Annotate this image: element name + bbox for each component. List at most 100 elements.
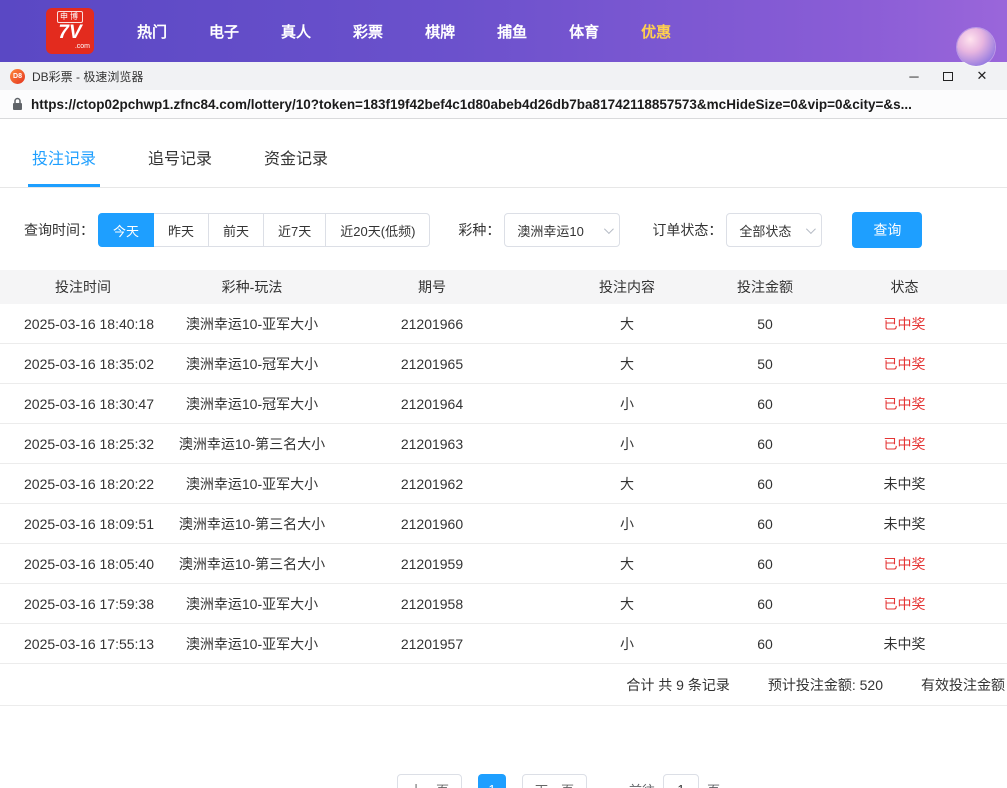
lock-icon <box>13 97 22 110</box>
cell-bet-time: 2025-03-16 18:05:40 <box>24 555 154 572</box>
filter-bar: 查询时间： 今天 昨天 前天 近7天 近20天(低频) 彩种： 澳洲幸运10 订… <box>24 212 983 248</box>
table-row[interactable]: 2025-03-16 18:35:02 澳洲幸运10-冠军大小 21201965… <box>0 344 1007 384</box>
cell-issue: 21201957 <box>400 635 464 652</box>
query-button[interactable]: 查询 <box>852 212 923 248</box>
time-filter-yesterday[interactable]: 昨天 <box>153 213 210 247</box>
table-summary: 合计 共 9 条记录 预计投注金额: 520 有效投注金额 <box>0 664 1007 706</box>
summary-expected: 预计投注金额: 520 <box>767 676 883 693</box>
cell-amount: 60 <box>757 395 773 412</box>
prev-page-button[interactable]: 上一页 <box>396 774 462 788</box>
site-favicon-icon: D8 <box>10 68 25 84</box>
site-nav: 申博 7V .com 热门 电子 真人 彩票 棋牌 捕鱼 体育 优惠 <box>0 0 1007 66</box>
bet-records-table: 投注时间 彩种-玩法 期号 投注内容 投注金额 状态 2025-03-16 18… <box>0 270 1007 706</box>
goto-page: 前往 页 <box>629 774 720 788</box>
nav-item-hot[interactable]: 热门 <box>116 21 188 42</box>
cell-issue: 21201960 <box>400 515 464 532</box>
cell-game-play: 澳洲幸运10-冠军大小 <box>185 395 319 412</box>
time-filter-today[interactable]: 今天 <box>98 213 155 247</box>
table-header: 投注时间 彩种-玩法 期号 投注内容 投注金额 状态 <box>0 270 1007 304</box>
lottery-select[interactable]: 澳洲幸运10 <box>504 213 621 247</box>
pagination: 上一页 1 下一页 前往 页 <box>55 774 1007 788</box>
cell-status: 已中奖 <box>883 315 926 332</box>
nav-item-lottery[interactable]: 彩票 <box>332 21 404 42</box>
cell-status: 已中奖 <box>883 395 926 412</box>
table-row[interactable]: 2025-03-16 18:09:51 澳洲幸运10-第三名大小 2120196… <box>0 504 1007 544</box>
cell-bet-time: 2025-03-16 18:30:47 <box>24 395 154 412</box>
tab-bet-records[interactable]: 投注记录 <box>28 145 101 187</box>
summary-valid: 有效投注金额 <box>921 676 1005 693</box>
cell-content: 小 <box>620 435 634 452</box>
cell-content: 小 <box>620 395 634 412</box>
table-row[interactable]: 2025-03-16 17:55:13 澳洲幸运10-亚军大小 21201957… <box>0 624 1007 664</box>
status-select[interactable]: 全部状态 <box>726 213 823 247</box>
time-filter-20days[interactable]: 近20天(低频) <box>325 213 431 247</box>
cell-game-play: 澳洲幸运10-亚军大小 <box>185 475 319 492</box>
tab-chase-records[interactable]: 追号记录 <box>144 145 216 187</box>
cell-issue: 21201965 <box>400 355 464 372</box>
nav-item-live[interactable]: 真人 <box>260 21 332 42</box>
cell-status: 未中奖 <box>883 475 926 492</box>
logo-suffix-text: .com <box>74 43 90 50</box>
cell-bet-time: 2025-03-16 17:59:38 <box>24 595 154 612</box>
cell-content: 小 <box>620 635 634 652</box>
cell-issue: 21201962 <box>400 475 464 492</box>
header-bet-time: 投注时间 <box>55 279 111 295</box>
header-amount: 投注金额 <box>737 279 793 295</box>
cell-game-play: 澳洲幸运10-亚军大小 <box>185 635 319 652</box>
nav-item-sports[interactable]: 体育 <box>548 21 620 42</box>
browser-titlebar: D8 DB彩票 - 极速浏览器 ─ ✕ <box>0 62 1007 90</box>
cell-issue: 21201959 <box>400 555 464 572</box>
table-body: 2025-03-16 18:40:18 澳洲幸运10-亚军大小 21201966… <box>0 304 1007 664</box>
table-row[interactable]: 2025-03-16 17:59:38 澳洲幸运10-亚军大小 21201958… <box>0 584 1007 624</box>
cell-bet-time: 2025-03-16 18:25:32 <box>24 435 154 452</box>
cell-content: 大 <box>620 595 634 612</box>
minimize-button[interactable]: ─ <box>897 64 931 88</box>
cell-content: 大 <box>620 355 634 372</box>
cell-issue: 21201963 <box>400 435 464 452</box>
screen: { "colors": { "accent": "#1e9fff", "win_… <box>0 0 1007 788</box>
goto-label: 前往 <box>629 780 655 788</box>
lottery-select-value: 澳洲幸运10 <box>517 223 584 239</box>
cell-amount: 60 <box>757 635 773 652</box>
site-logo[interactable]: 申博 7V .com <box>46 8 94 54</box>
logo-main-text: 7V <box>58 22 82 43</box>
goto-page-input[interactable] <box>663 774 700 788</box>
user-avatar[interactable] <box>957 28 995 66</box>
time-filter-7days[interactable]: 近7天 <box>263 213 327 247</box>
table-row[interactable]: 2025-03-16 18:05:40 澳洲幸运10-第三名大小 2120195… <box>0 544 1007 584</box>
cell-bet-time: 2025-03-16 18:40:18 <box>24 315 154 332</box>
next-page-button[interactable]: 下一页 <box>521 774 587 788</box>
header-status: 状态 <box>890 279 919 295</box>
cell-status: 已中奖 <box>883 355 926 372</box>
cell-bet-time: 2025-03-16 18:20:22 <box>24 475 154 492</box>
table-row[interactable]: 2025-03-16 18:30:47 澳洲幸运10-冠军大小 21201964… <box>0 384 1007 424</box>
nav-item-promo[interactable]: 优惠 <box>620 21 692 42</box>
cell-amount: 60 <box>757 435 773 452</box>
cell-bet-time: 2025-03-16 18:35:02 <box>24 355 154 372</box>
close-button[interactable]: ✕ <box>965 64 999 88</box>
cell-game-play: 澳洲幸运10-亚军大小 <box>185 315 319 332</box>
tab-fund-records[interactable]: 资金记录 <box>260 145 332 187</box>
time-filter-label: 查询时间： <box>24 222 94 238</box>
status-select-value: 全部状态 <box>739 223 792 239</box>
maximize-button[interactable] <box>931 64 965 88</box>
table-row[interactable]: 2025-03-16 18:20:22 澳洲幸运10-亚军大小 21201962… <box>0 464 1007 504</box>
cell-content: 小 <box>620 515 634 532</box>
nav-item-electronic[interactable]: 电子 <box>188 21 260 42</box>
cell-amount: 60 <box>757 475 773 492</box>
nav-item-chess[interactable]: 棋牌 <box>404 21 476 42</box>
cell-amount: 60 <box>757 515 773 532</box>
table-row[interactable]: 2025-03-16 18:40:18 澳洲幸运10-亚军大小 21201966… <box>0 304 1007 344</box>
cell-status: 未中奖 <box>883 515 926 532</box>
cell-bet-time: 2025-03-16 18:09:51 <box>24 515 154 532</box>
summary-total: 合计 共 9 条记录 <box>626 676 730 693</box>
nav-item-fishing[interactable]: 捕鱼 <box>476 21 548 42</box>
cell-status: 已中奖 <box>883 435 926 452</box>
time-filter-daybefore[interactable]: 前天 <box>208 213 265 247</box>
time-filter-group: 今天 昨天 前天 近7天 近20天(低频) <box>98 213 431 247</box>
chevron-down-icon <box>806 223 817 234</box>
table-row[interactable]: 2025-03-16 18:25:32 澳洲幸运10-第三名大小 2120196… <box>0 424 1007 464</box>
window-controls: ─ ✕ <box>897 64 999 88</box>
page-number-current[interactable]: 1 <box>477 774 506 788</box>
url-text[interactable]: https://ctop02pchwp1.zfnc84.com/lottery/… <box>31 97 912 112</box>
